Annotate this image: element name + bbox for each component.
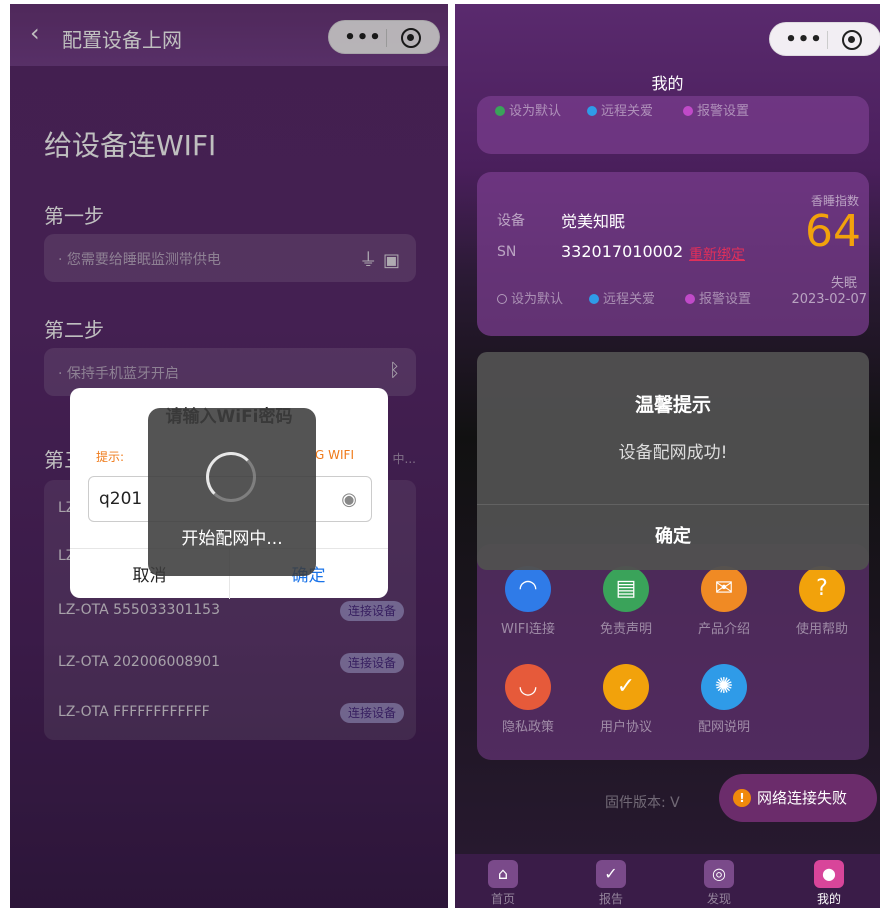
firmware-version: 固件版本: V <box>605 795 680 811</box>
loading-toast: 开始配网中... <box>148 408 316 576</box>
sleep-score: 64 <box>805 206 861 257</box>
tool-network-guide[interactable]: ✺ 配网说明 <box>679 664 769 735</box>
agreement-icon: ✓ <box>603 664 649 710</box>
device-label: 设备 <box>497 213 525 229</box>
device-card: 设为默认 远程关爱 报警设置 <box>477 96 869 154</box>
miniapp-capsule: ••• <box>769 22 880 56</box>
tool-product-intro[interactable]: ✉ 产品介绍 <box>679 566 769 637</box>
dialog-title: 温馨提示 <box>634 394 711 416</box>
privacy-icon: ◡ <box>505 664 551 710</box>
alarm-settings-link[interactable]: 报警设置 <box>685 288 751 307</box>
sn-label: SN <box>497 244 517 260</box>
toast-text: 网络连接失败 <box>757 789 848 807</box>
remote-care-link[interactable]: 远程关爱 <box>587 100 653 119</box>
error-toast: ! 网络连接失败 <box>719 774 877 822</box>
password-value: q201 <box>99 489 143 509</box>
tab-home[interactable]: ⌂ 首页 <box>473 860 533 907</box>
tool-wifi-connect[interactable]: ◠ WIFI连接 <box>483 566 573 637</box>
sleep-status: 失眠 <box>830 276 857 291</box>
document-icon: ▤ <box>603 566 649 612</box>
home-icon: ⌂ <box>488 860 518 888</box>
set-default-toggle[interactable]: 设为默认 <box>497 288 563 307</box>
tool-help[interactable]: ? 使用帮助 <box>777 566 867 637</box>
dialog-hint: 提示: <box>96 450 125 464</box>
show-password-icon[interactable]: ◉ <box>341 489 357 510</box>
alarm-icon <box>683 106 693 116</box>
tab-report[interactable]: ✓ 报告 <box>581 860 641 907</box>
loading-spinner-icon <box>206 452 256 502</box>
dialog-hint-wifi: G WIFI <box>315 448 354 462</box>
more-icon[interactable]: ••• <box>784 29 824 50</box>
radio-icon <box>497 294 507 304</box>
close-miniapp-icon[interactable] <box>842 30 862 50</box>
tool-disclaimer[interactable]: ▤ 免责声明 <box>581 566 671 637</box>
bulb-icon: ✺ <box>701 664 747 710</box>
tool-agreement[interactable]: ✓ 用户协议 <box>581 664 671 735</box>
help-icon: ? <box>799 566 845 612</box>
profile-icon: ● <box>814 860 844 888</box>
report-icon: ✓ <box>596 860 626 888</box>
care-icon <box>587 106 597 116</box>
page-title: 我的 <box>651 74 684 93</box>
device-name: 觉美知眠 <box>561 212 626 231</box>
tip-dialog: 温馨提示 设备配网成功! 确定 <box>477 352 869 570</box>
loading-text: 开始配网中... <box>181 529 283 549</box>
rebind-link[interactable]: 重新绑定 <box>689 244 745 264</box>
dialog-message: 设备配网成功! <box>618 443 728 463</box>
warning-icon: ! <box>733 789 751 807</box>
tool-grid: ◠ WIFI连接 ▤ 免责声明 ✉ 产品介绍 ? 使用帮助 ◡ 隐私政策 ✓ 用… <box>477 544 869 760</box>
alarm-settings-link[interactable]: 报警设置 <box>683 100 749 119</box>
wifi-icon: ◠ <box>505 566 551 612</box>
tab-discover[interactable]: ◎ 发现 <box>689 860 749 907</box>
bottom-tab-bar: ⌂ 首页 ✓ 报告 ◎ 发现 ● 我的 <box>455 854 880 908</box>
care-icon <box>589 294 599 304</box>
sn-value: 332017010002 <box>561 242 684 261</box>
confirm-button[interactable]: 确定 <box>477 522 869 548</box>
record-date: 2023-02-07 <box>791 292 867 307</box>
discover-icon: ◎ <box>704 860 734 888</box>
tab-profile[interactable]: ● 我的 <box>799 860 859 907</box>
remote-care-link[interactable]: 远程关爱 <box>589 288 655 307</box>
alarm-icon <box>685 294 695 304</box>
profile-screen: ••• 我的 设为默认 远程关爱 报警设置 设备 觉美知眠 SN 3320170… <box>455 4 880 908</box>
device-card: 设备 觉美知眠 SN 332017010002 重新绑定 香睡指数 64 失眠 … <box>477 172 869 336</box>
set-default-toggle[interactable]: 设为默认 <box>495 100 561 119</box>
tool-privacy[interactable]: ◡ 隐私政策 <box>483 664 573 735</box>
check-icon <box>495 106 505 116</box>
product-icon: ✉ <box>701 566 747 612</box>
wifi-config-screen: ‹ 配置设备上网 ••• 给设备连WIFI 第一步 · 您需要给睡眠监测带供电 … <box>10 4 448 908</box>
